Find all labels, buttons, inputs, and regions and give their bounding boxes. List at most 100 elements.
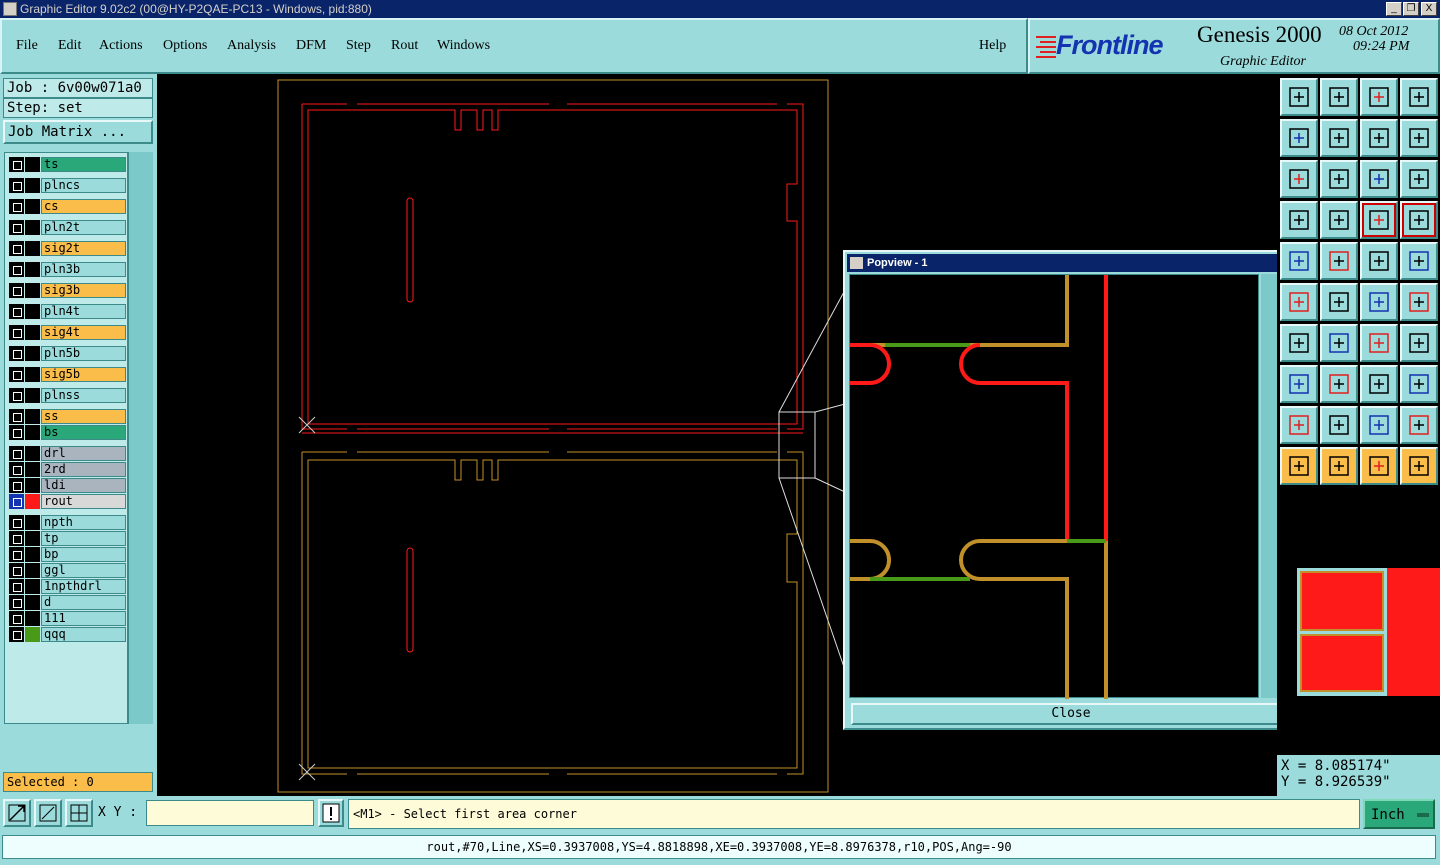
layer-checkbox[interactable] (9, 478, 24, 493)
layer-row[interactable]: 2rd (8, 462, 126, 477)
layer-checkbox[interactable] (9, 547, 24, 562)
window-button[interactable] (1400, 78, 1438, 116)
layer-row[interactable]: plncs (8, 178, 126, 193)
layer-checkbox[interactable] (9, 579, 24, 594)
layer-row[interactable]: rout (8, 494, 126, 509)
menu-windows[interactable]: Windows (437, 38, 490, 54)
minimize-button[interactable]: _ (1386, 2, 1402, 16)
layer-checkbox[interactable] (9, 563, 24, 578)
tri3-button[interactable] (1360, 406, 1398, 444)
layer-checkbox[interactable] (9, 262, 24, 277)
menu-dfm[interactable]: DFM (296, 38, 326, 54)
layer-row[interactable]: ggl (8, 563, 126, 578)
line-button[interactable] (1280, 324, 1318, 362)
menu-actions[interactable]: Actions (99, 38, 143, 54)
layer-row[interactable]: pln5b (8, 346, 126, 361)
snake-button[interactable] (1400, 119, 1438, 157)
panel-top-button[interactable] (1280, 78, 1318, 116)
fit-button[interactable] (1280, 160, 1318, 198)
layer-checkbox[interactable] (9, 531, 24, 546)
layer-checkbox[interactable] (9, 346, 24, 361)
layer-row[interactable]: sig2t (8, 241, 126, 256)
tools-button[interactable] (1280, 201, 1318, 239)
layer-row[interactable]: sig5b (8, 367, 126, 382)
draw-button[interactable] (1280, 242, 1318, 280)
node-button[interactable] (1400, 283, 1438, 321)
units-select[interactable]: Inch (1363, 799, 1435, 829)
layer-checkbox[interactable] (9, 241, 24, 256)
arrow2-button[interactable] (1360, 447, 1398, 485)
center-button[interactable] (1320, 160, 1358, 198)
layer-row[interactable]: pln4t (8, 304, 126, 319)
help-button[interactable] (1400, 160, 1438, 198)
layer-checkbox[interactable] (9, 325, 24, 340)
layer-checkbox[interactable] (9, 409, 24, 424)
layer-row[interactable]: sig3b (8, 283, 126, 298)
layer-checkbox[interactable] (9, 611, 24, 626)
snap-button[interactable] (1360, 283, 1398, 321)
tri2-button[interactable] (1320, 406, 1358, 444)
layer-scrollbar[interactable] (128, 152, 153, 724)
menu-analysis[interactable]: Analysis (227, 38, 276, 54)
scale-1-2-button[interactable] (1360, 160, 1398, 198)
layer-checkbox[interactable] (9, 199, 24, 214)
menu-file[interactable]: File (16, 38, 38, 54)
dot-button[interactable] (1280, 283, 1318, 321)
xy-input[interactable] (146, 800, 314, 826)
grid-snap-icon[interactable] (65, 799, 93, 827)
popview-close-button[interactable]: Close (851, 703, 1291, 725)
layer-row[interactable]: npth (8, 515, 126, 530)
alert-icon[interactable] (318, 799, 344, 827)
zoom-area-icon[interactable] (3, 799, 31, 827)
layer-checkbox[interactable] (9, 595, 24, 610)
layer-row[interactable]: cs (8, 199, 126, 214)
layer-row[interactable]: 111 (8, 611, 126, 626)
layer-row[interactable]: drl (8, 446, 126, 461)
lock-button[interactable] (1320, 201, 1358, 239)
layer-row[interactable]: pln3b (8, 262, 126, 277)
cross-button[interactable] (1320, 283, 1358, 321)
segment-button[interactable] (1320, 365, 1358, 403)
layer-row[interactable]: tp (8, 531, 126, 546)
layer-checkbox[interactable] (9, 425, 24, 440)
panel-left-button[interactable] (1280, 119, 1318, 157)
close-window-button[interactable]: X (1421, 2, 1437, 16)
group-button[interactable] (1400, 365, 1438, 403)
layer-row[interactable]: d (8, 595, 126, 610)
layer-row[interactable]: bs (8, 425, 126, 440)
layer-checkbox[interactable] (9, 367, 24, 382)
measure-button[interactable] (1320, 242, 1358, 280)
layer-row[interactable]: qqq (8, 627, 126, 642)
select-button[interactable] (1280, 447, 1318, 485)
flow-button[interactable] (1400, 447, 1438, 485)
layer-row[interactable]: 1npthdrl (8, 579, 126, 594)
minimap[interactable] (1297, 568, 1387, 696)
pad-button[interactable] (1400, 324, 1438, 362)
layer-checkbox[interactable] (9, 462, 24, 477)
layer-row[interactable]: bp (8, 547, 126, 562)
layer-checkbox[interactable] (9, 627, 24, 642)
layer-row[interactable]: pln2t (8, 220, 126, 235)
layer-checkbox[interactable] (9, 304, 24, 319)
rotate-button[interactable] (1360, 119, 1398, 157)
layer-checkbox[interactable] (9, 515, 24, 530)
layer-checkbox[interactable] (9, 178, 24, 193)
net-button[interactable] (1360, 201, 1398, 239)
menu-rout[interactable]: Rout (391, 38, 418, 54)
layer-checkbox[interactable] (9, 220, 24, 235)
net-red-button[interactable] (1400, 201, 1438, 239)
layer-checkbox[interactable] (9, 446, 24, 461)
arrow-box-button[interactable] (1320, 447, 1358, 485)
layer-checkbox[interactable] (9, 283, 24, 298)
layer-row[interactable]: sig4t (8, 325, 126, 340)
layer-checkbox[interactable] (9, 494, 24, 509)
layer-checkbox[interactable] (9, 157, 24, 172)
job-matrix-button[interactable]: Job Matrix ... (3, 120, 153, 144)
dot2-button[interactable] (1280, 365, 1318, 403)
layer-row[interactable]: ldi (8, 478, 126, 493)
panel-bottom-button[interactable] (1320, 78, 1358, 116)
layer-checkbox[interactable] (9, 388, 24, 403)
tri-button[interactable] (1280, 406, 1318, 444)
menu-step[interactable]: Step (346, 38, 371, 54)
menu-help[interactable]: Help (979, 38, 1006, 54)
